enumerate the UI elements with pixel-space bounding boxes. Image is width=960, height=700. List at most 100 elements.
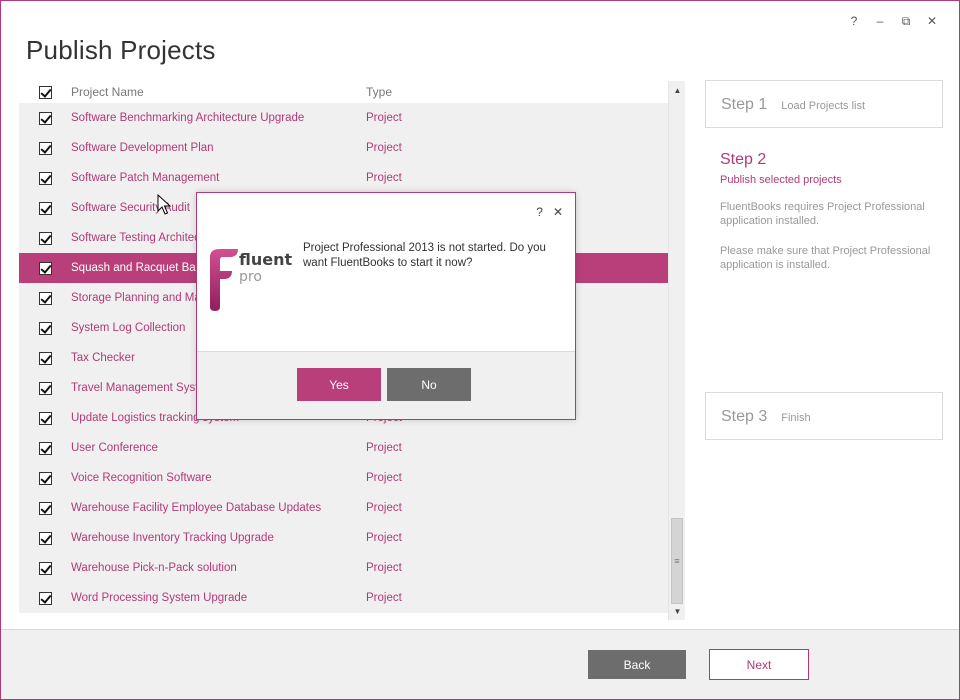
column-header-name[interactable]: Project Name [71,85,366,99]
project-type-cell: Project [366,442,402,454]
row-checkbox-cell [19,471,71,485]
select-all-checkbox-cell [19,85,71,99]
row-checkbox[interactable] [38,381,52,395]
table-row[interactable]: Software Development Plan Project [19,133,668,163]
yes-button[interactable]: Yes [297,368,381,401]
project-name-cell: Warehouse Facility Employee Database Upd… [71,502,322,514]
row-checkbox[interactable] [38,441,52,455]
row-checkbox[interactable] [38,321,52,335]
row-checkbox-cell [19,561,71,575]
publish-projects-window: ? ‒ ⧉ ✕ Publish Projects Project Name Ty… [0,0,960,700]
help-icon[interactable]: ? [841,13,867,29]
project-type-cell: Project [366,532,402,544]
row-checkbox-cell [19,171,71,185]
project-name-cell: Software Development Plan [71,142,214,154]
row-checkbox-cell [19,321,71,335]
list-header: Project Name Type [19,81,668,103]
restore-icon[interactable]: ⧉ [893,13,919,29]
row-checkbox[interactable] [38,291,52,305]
row-checkbox[interactable] [38,201,52,215]
table-row[interactable]: Warehouse Inventory Tracking Upgrade Proj… [19,523,668,553]
close-icon[interactable]: ✕ [919,13,945,29]
dialog-help-icon[interactable]: ? [536,205,543,219]
row-checkbox[interactable] [38,411,52,425]
row-checkbox[interactable] [38,591,52,605]
project-type-cell: Project [366,592,402,604]
row-checkbox-cell [19,591,71,605]
project-name-cell: Warehouse Inventory Tracking Upgrade [71,532,274,544]
scroll-down-icon[interactable]: ▼ [669,604,686,618]
scroll-up-icon[interactable]: ▲ [669,83,686,97]
table-row[interactable]: Warehouse Pick-n-Pack solution Project [19,553,668,583]
no-button[interactable]: No [387,368,471,401]
row-checkbox-cell [19,351,71,365]
step-2-note-requirement: FluentBooks requires Project Professiona… [720,201,925,227]
row-checkbox-cell [19,441,71,455]
project-type-cell: Project [366,172,402,184]
row-checkbox[interactable] [38,141,52,155]
project-type-cell: Project [366,112,402,124]
wizard-footer: Back Next [1,629,959,699]
row-checkbox[interactable] [38,231,52,245]
project-name-cell: Voice Recognition Software [71,472,212,484]
project-name-cell: Software Benchmarking Architecture Upgra… [71,112,305,124]
row-checkbox[interactable] [38,111,52,125]
step-3-number: Step 3 [721,408,768,425]
row-checkbox-cell [19,531,71,545]
row-checkbox[interactable] [38,471,52,485]
table-row[interactable]: User Conference Project [19,433,668,463]
logo-text-pro: pro [239,269,262,285]
project-type-cell: Project [366,472,402,484]
row-checkbox[interactable] [38,171,52,185]
project-type-cell: Project [366,502,402,514]
step-3-label: Finish [781,412,811,424]
row-checkbox-cell [19,111,71,125]
row-checkbox-cell [19,291,71,305]
minimize-icon[interactable]: ‒ [867,13,893,29]
table-row[interactable]: Word Processing System Upgrade Project [19,583,668,613]
step-1-label: Load Projects list [781,100,866,112]
window-controls: ? ‒ ⧉ ✕ [841,13,945,29]
page-title: Publish Projects [26,35,216,65]
fluentpro-logo: fluent pro [210,249,292,311]
dialog-close-icon[interactable]: ✕ [553,205,563,219]
column-header-type[interactable]: Type [366,85,392,99]
list-scrollbar[interactable]: ▲ ≡ ▼ [668,81,685,620]
next-button[interactable]: Next [709,649,809,680]
row-checkbox-cell [19,231,71,245]
dialog-controls: ? ✕ [536,205,563,219]
row-checkbox[interactable] [38,261,52,275]
mouse-cursor-icon [157,194,171,215]
row-checkbox-cell [19,501,71,515]
row-checkbox[interactable] [38,561,52,575]
select-all-checkbox[interactable] [38,85,52,99]
start-project-dialog: ? ✕ fluent pro Project Professional 2013… [196,192,576,420]
row-checkbox-cell [19,141,71,155]
back-button[interactable]: Back [588,650,686,679]
project-name-cell: User Conference [71,442,158,454]
row-checkbox[interactable] [38,531,52,545]
step-1-box: Step 1 Load Projects list [705,80,943,128]
row-checkbox[interactable] [38,351,52,365]
dialog-message: Project Professional 2013 is not started… [303,242,546,269]
table-row[interactable]: Voice Recognition Software Project [19,463,668,493]
table-row[interactable]: Software Patch Management Project [19,163,668,193]
row-checkbox[interactable] [38,501,52,515]
project-name-cell: Word Processing System Upgrade [71,592,248,604]
dialog-footer: Yes No [197,351,575,419]
table-row[interactable]: Software Benchmarking Architecture Upgra… [19,103,668,133]
scroll-thumb[interactable]: ≡ [671,518,683,604]
project-name-cell: Software Patch Management [71,172,220,184]
step-2-number: Step 2 [720,151,767,168]
row-checkbox-cell [19,201,71,215]
step-3-box: Step 3 Finish [705,392,943,440]
step-1-number: Step 1 [721,96,768,113]
step-2-label: Publish selected projects [720,174,842,186]
project-type-cell: Project [366,142,402,154]
project-type-cell: Project [366,562,402,574]
table-row[interactable]: Warehouse Facility Employee Database Upd… [19,493,668,523]
row-checkbox-cell [19,261,71,275]
step-2-note-install: Please make sure that Project Profession… [720,245,931,271]
row-checkbox-cell [19,381,71,395]
project-name-cell: Warehouse Pick-n-Pack solution [71,562,237,574]
